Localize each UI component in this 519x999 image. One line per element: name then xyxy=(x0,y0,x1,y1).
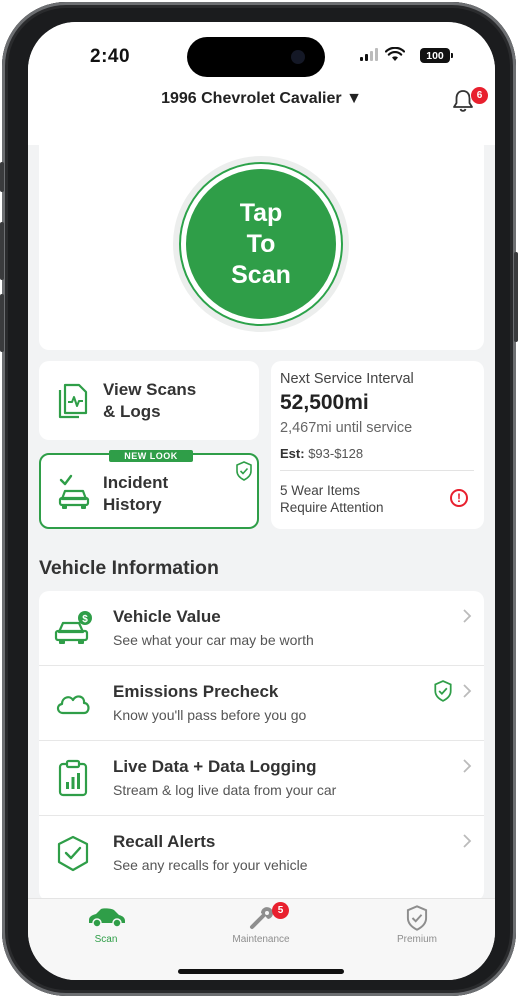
shield-check-icon xyxy=(236,461,252,481)
item-subtitle: See any recalls for your vehicle xyxy=(113,857,308,873)
item-subtitle: Stream & log live data from your car xyxy=(113,782,337,798)
notification-badge: 6 xyxy=(470,86,489,105)
alert-icon: ! xyxy=(450,489,468,507)
home-indicator[interactable] xyxy=(178,969,344,974)
tap-to-scan-button[interactable]: Tap To Scan xyxy=(186,169,336,319)
status-icons xyxy=(360,47,405,62)
power-button xyxy=(514,252,518,342)
service-title: Next Service Interval xyxy=(280,371,414,387)
incident-line2: History xyxy=(103,495,162,514)
estimate-label: Est: xyxy=(280,446,305,461)
status-time: 2:40 xyxy=(90,46,131,67)
tab-premium[interactable]: Premium xyxy=(357,905,477,945)
wear-line2: Require Attention xyxy=(280,500,384,515)
wear-items-text: 5 Wear Items Require Attention xyxy=(280,482,420,516)
shield-check-icon xyxy=(406,905,428,931)
svg-text:$: $ xyxy=(82,614,88,625)
shield-check-icon xyxy=(57,835,89,872)
mute-switch xyxy=(0,162,4,192)
dynamic-island xyxy=(187,37,325,77)
car-check-icon xyxy=(58,474,90,509)
battery-indicator: 100 xyxy=(420,48,453,63)
item-title: Live Data + Data Logging xyxy=(113,757,317,776)
incident-history-tile[interactable]: NEW LOOK Incident History xyxy=(39,450,259,529)
vehicle-selector[interactable]: 1996 Chevrolet Cavalier ▼ xyxy=(28,90,495,108)
screen: 2:40 100 1996 Chevrolet Cavalier ▼ 6 Tap… xyxy=(28,22,495,980)
chevron-right-icon xyxy=(463,684,472,698)
scan-card: Tap To Scan xyxy=(39,136,484,350)
camera xyxy=(291,50,305,64)
service-mileage: 52,500mi xyxy=(280,391,369,414)
car-icon xyxy=(89,908,125,928)
list-item-vehicle-value[interactable]: $ Vehicle Value See what your car may be… xyxy=(39,591,484,666)
tab-label: Premium xyxy=(396,934,437,945)
section-title: Vehicle Information xyxy=(39,557,219,579)
estimate-value: $93-$128 xyxy=(308,446,364,461)
item-subtitle: Know you'll pass before you go xyxy=(113,707,307,723)
volume-up-button xyxy=(0,222,4,280)
cellular-signal-icon xyxy=(360,48,378,61)
item-subtitle: See what your car may be worth xyxy=(113,632,314,648)
car-dollar-icon: $ xyxy=(54,611,92,644)
vehicle-info-list: $ Vehicle Value See what your car may be… xyxy=(39,591,484,901)
cloud-icon xyxy=(56,695,90,715)
service-estimate: Est: $93-$128 xyxy=(280,446,363,461)
documents-icon xyxy=(58,383,88,419)
top-bar: 2:40 100 1996 Chevrolet Cavalier ▼ 6 xyxy=(28,22,495,145)
tab-label: Scan xyxy=(94,934,118,945)
scan-label-line3: Scan xyxy=(231,260,291,289)
chevron-right-icon xyxy=(463,609,472,623)
item-title: Recall Alerts xyxy=(113,832,216,851)
view-scans-line1: View Scans xyxy=(103,380,197,399)
tab-maintenance[interactable]: Maintenance xyxy=(201,905,321,945)
list-item-live-data[interactable]: Live Data + Data Logging Stream & log li… xyxy=(39,741,484,816)
tab-bar: Scan Maintenance Premium xyxy=(28,898,495,980)
service-divider xyxy=(280,470,474,471)
tab-label: Maintenance xyxy=(232,934,290,945)
wear-line1: 5 Wear Items xyxy=(280,483,361,498)
view-scans-line2: & Logs xyxy=(103,402,161,421)
service-until: 2,467mi until service xyxy=(280,420,413,436)
list-item-recall-alerts[interactable]: Recall Alerts See any recalls for your v… xyxy=(39,816,484,891)
view-scans-label: View Scans & Logs xyxy=(103,379,243,423)
shield-check-icon xyxy=(434,680,452,702)
tab-scan[interactable]: Scan xyxy=(46,905,166,945)
incident-history-label: Incident History xyxy=(103,472,223,516)
phone-frame: 2:40 100 1996 Chevrolet Cavalier ▼ 6 Tap… xyxy=(0,2,518,996)
maintenance-badge: 5 xyxy=(272,902,289,919)
volume-down-button xyxy=(0,294,4,352)
wifi-icon xyxy=(385,47,405,61)
scan-label-line2: To xyxy=(246,229,276,258)
item-title: Vehicle Value xyxy=(113,607,221,626)
service-interval-card[interactable]: Next Service Interval 52,500mi 2,467mi u… xyxy=(271,361,484,529)
new-look-badge: NEW LOOK xyxy=(109,450,193,462)
list-item-emissions-precheck[interactable]: Emissions Precheck Know you'll pass befo… xyxy=(39,666,484,741)
view-scans-logs-tile[interactable]: View Scans & Logs xyxy=(39,361,259,440)
clipboard-chart-icon xyxy=(58,759,88,797)
chevron-right-icon xyxy=(463,834,472,848)
item-title: Emissions Precheck xyxy=(113,682,279,701)
chevron-right-icon xyxy=(463,759,472,773)
incident-line1: Incident xyxy=(103,473,169,492)
scan-label-line1: Tap xyxy=(239,198,283,227)
